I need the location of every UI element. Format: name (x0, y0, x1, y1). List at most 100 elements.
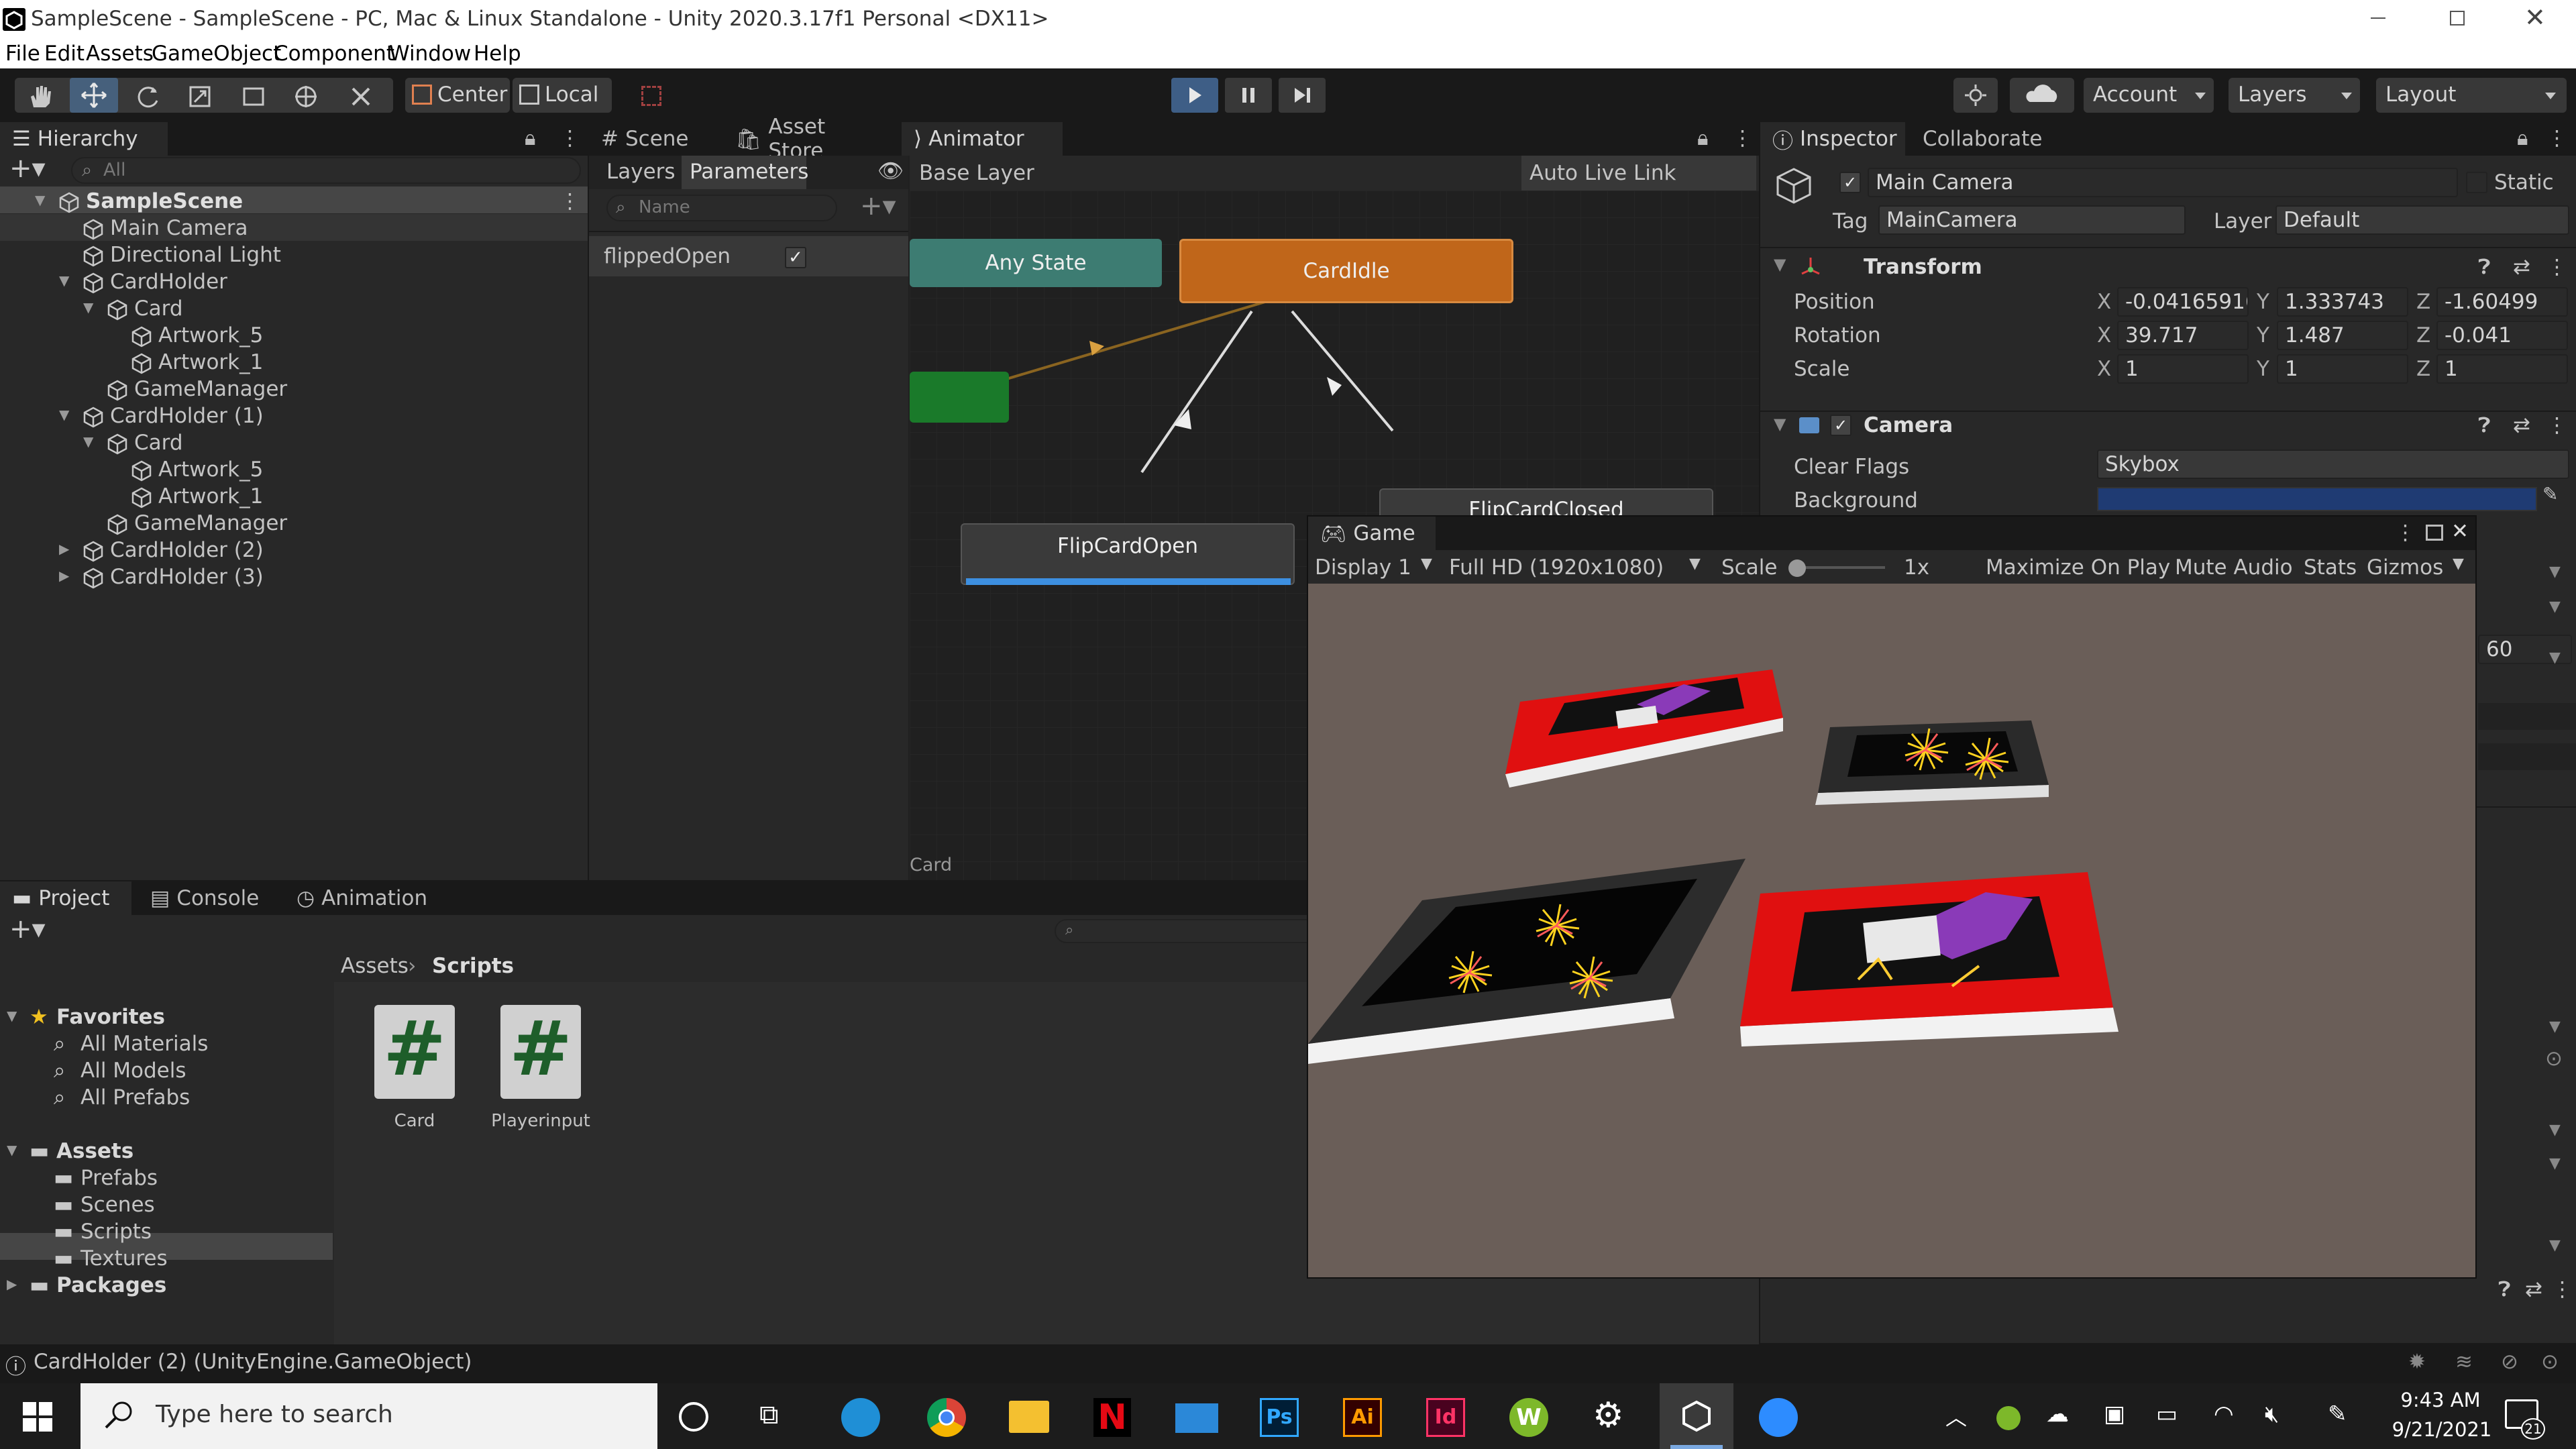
z-axis-label[interactable]: Z (2416, 323, 2430, 347)
create-asset-button[interactable]: +▾ (9, 914, 46, 945)
display-dropdown[interactable]: Display 1 (1315, 555, 1411, 580)
lock-icon[interactable]: 🔒︎ (1697, 126, 1709, 151)
breadcrumb-assets[interactable]: Assets (341, 954, 409, 978)
expand-arrow-icon[interactable]: ▼ (7, 1008, 17, 1024)
parameter-checkbox[interactable]: ✓ (785, 247, 806, 268)
position-x-field[interactable]: -0.04165916 (2117, 287, 2249, 317)
eyedropper-icon[interactable]: ✎ (2542, 483, 2558, 505)
step-button[interactable] (1279, 78, 1326, 113)
preset-icon[interactable]: ⇄ (2513, 413, 2530, 437)
close-window-button[interactable]: ✕ (2524, 3, 2546, 32)
hierarchy-item[interactable]: Main Camera (0, 216, 588, 243)
grid-snap-icon[interactable] (641, 86, 661, 106)
menu-gameobject[interactable]: GameObject (152, 42, 281, 66)
tab-layers[interactable]: Layers (606, 160, 676, 184)
help-icon[interactable]: ❓︎ (2498, 1277, 2511, 1302)
hierarchy-item[interactable]: Artwork_1 (0, 350, 588, 377)
help-icon[interactable]: ❓︎ (2478, 413, 2491, 438)
menu-assets[interactable]: Assets (86, 42, 154, 66)
favorites-section[interactable]: ▼ ★ Favorites (0, 1005, 333, 1032)
preset-icon[interactable]: ⇄ (2513, 255, 2530, 279)
indesign-icon[interactable]: Id (1426, 1398, 1465, 1437)
zoom-icon[interactable] (1759, 1398, 1798, 1437)
rotate-tool-icon[interactable] (133, 83, 162, 110)
menu-file[interactable]: File (5, 42, 40, 66)
check-icon[interactable]: ⊙ (2541, 1350, 2559, 1374)
rotation-y-field[interactable]: 1.487 (2277, 321, 2408, 350)
scale-z-field[interactable]: 1 (2436, 354, 2568, 384)
settings-gear-icon[interactable]: ⚙ (1593, 1395, 1624, 1436)
account-dropdown[interactable]: Account (2084, 78, 2214, 113)
kebab-menu-icon[interactable]: ⋮ (559, 126, 580, 150)
services-icon[interactable] (1953, 78, 1998, 113)
menu-edit[interactable]: Edit (44, 42, 85, 66)
hierarchy-item[interactable]: Artwork_5 (0, 458, 588, 484)
favorite-all-materials[interactable]: ⌕ All Materials (0, 1032, 333, 1059)
kebab-menu-icon[interactable]: ⋮ (2546, 413, 2567, 437)
tab-hierarchy[interactable]: ☰ Hierarchy (0, 122, 168, 156)
layers-dropdown[interactable]: Layers (2229, 78, 2360, 113)
static-checkbox[interactable] (2466, 172, 2487, 193)
windows-start-icon[interactable] (23, 1402, 52, 1432)
assets-folder[interactable]: ▼ ▬ Assets (0, 1139, 333, 1166)
kebab-menu-icon[interactable]: ⋮ (2546, 255, 2567, 279)
target-icon[interactable]: ⊙ (2545, 1046, 2563, 1071)
kebab-menu-icon[interactable]: ⋮ (2395, 521, 2416, 545)
collapse-arrow-icon[interactable]: ▼ (1774, 255, 1786, 274)
tab-collaborate[interactable]: Collaborate (1911, 122, 2065, 156)
expand-arrow-icon[interactable]: ▼ (59, 407, 69, 423)
file-explorer-icon[interactable] (1009, 1401, 1049, 1433)
rotation-x-field[interactable]: 39.717 (2117, 321, 2249, 350)
show-hidden-icons-chevron[interactable]: ︿ (1945, 1401, 1967, 1432)
favorite-all-models[interactable]: ⌕ All Models (0, 1059, 333, 1085)
transform-header[interactable]: Transform (1864, 255, 1982, 279)
stats-toggle[interactable]: Stats (2304, 555, 2357, 580)
help-icon[interactable]: ❓︎ (2478, 255, 2491, 280)
hierarchy-item[interactable]: ▼ Card (0, 297, 588, 323)
state-entry[interactable] (910, 372, 1009, 423)
custom-tool-icon[interactable] (347, 83, 374, 110)
scene-root-item[interactable]: ▼ SampleScene ⋮ (0, 189, 588, 216)
x-axis-label[interactable]: X (2097, 323, 2111, 347)
position-z-field[interactable]: -1.60499 (2436, 287, 2568, 317)
position-y-field[interactable]: 1.333743 (2277, 287, 2408, 317)
tab-game[interactable]: 🎮︎ Game (1308, 517, 1436, 550)
tag-dropdown[interactable]: MainCamera (1878, 205, 2186, 235)
tab-asset-store[interactable]: 🛍︎ Asset Store (723, 115, 898, 163)
state-card-idle[interactable]: CardIdle (1179, 239, 1513, 303)
restore-button[interactable] (2450, 11, 2465, 25)
unity-taskbar-button[interactable] (1660, 1383, 1733, 1449)
breadcrumb-base-layer[interactable]: Base Layer (919, 161, 1034, 185)
mute-audio-toggle[interactable]: Mute Audio (2175, 555, 2293, 580)
expand-arrow-icon[interactable]: ▼ (7, 1142, 17, 1158)
x-axis-label[interactable]: X (2097, 357, 2111, 381)
y-axis-label[interactable]: Y (2257, 323, 2269, 347)
folder-textures[interactable]: ▬ Textures (0, 1246, 333, 1273)
add-object-button[interactable]: +▾ (9, 153, 46, 184)
hierarchy-item[interactable]: Artwork_1 (0, 484, 588, 511)
chrome-icon[interactable] (927, 1398, 966, 1437)
expand-arrow-icon[interactable]: ▼ (83, 433, 93, 449)
menu-help[interactable]: Help (474, 42, 521, 66)
favorite-all-prefabs[interactable]: ⌕ All Prefabs (0, 1085, 333, 1112)
breadcrumb-scripts[interactable]: Scripts (432, 954, 514, 978)
clock-time[interactable]: 9:43 AM (2394, 1389, 2487, 1411)
resolution-dropdown[interactable]: Full HD (1920x1080) (1449, 555, 1664, 580)
kebab-menu-icon[interactable]: ⋮ (2546, 126, 2567, 150)
move-tool-icon[interactable] (70, 78, 118, 113)
hierarchy-search-input[interactable]: ⌕ All (71, 157, 581, 184)
parameter-name[interactable]: flippedOpen (604, 244, 731, 268)
menu-component[interactable]: Component (274, 42, 394, 66)
transform-all-tool-icon[interactable] (292, 83, 319, 110)
pen-icon[interactable]: ✎ (2328, 1401, 2347, 1428)
preset-icon[interactable]: ⇄ (2525, 1277, 2542, 1301)
battery-icon[interactable]: ▭ (2156, 1401, 2178, 1428)
rotation-z-field[interactable]: -0.041 (2436, 321, 2568, 350)
script-file-card[interactable]: # Card (374, 1005, 455, 1131)
status-message[interactable]: CardHolder (2) (UnityEngine.GameObject) (34, 1350, 472, 1374)
packages-folder[interactable]: ▶ ▬ Packages (0, 1273, 333, 1300)
taskbar-search-box[interactable]: Type here to search (80, 1383, 657, 1449)
layer-dropdown[interactable]: Default (2275, 205, 2569, 235)
collapse-arrow-icon[interactable]: ▼ (1774, 415, 1786, 433)
layout-dropdown[interactable]: Layout (2376, 78, 2567, 113)
